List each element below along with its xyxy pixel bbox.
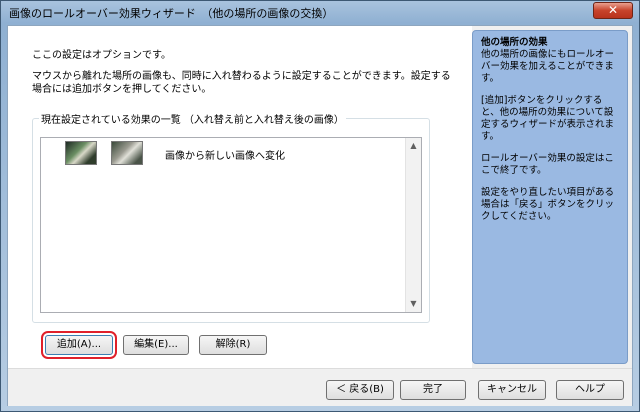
side-panel-text: ロールオーバー効果の設定はここで終了です。 — [481, 153, 614, 176]
vertical-scrollbar[interactable]: ▲ ▼ — [405, 138, 421, 312]
scroll-down-icon[interactable]: ▼ — [406, 296, 421, 312]
dialog-client: ここの設定はオプションです。 マウスから離れた場所の画像も、同時に入れ替わるよう… — [7, 25, 633, 406]
add-button[interactable]: 追加(A)... — [41, 331, 117, 359]
list-item-label: 画像から新しい画像へ変化 — [165, 151, 285, 162]
side-panel-text: 他の場所の画像にもロールオーバー効果を加えることができます。 — [481, 49, 615, 84]
effects-group: 現在設定されている効果の一覧 （入れ替え前と入れ替え後の画像） 画像から新しい画… — [32, 111, 430, 323]
help-button[interactable]: ヘルプ — [556, 380, 624, 400]
window-title: 画像のロールオーバー効果ウィザード （他の場所の画像の交換） — [9, 7, 334, 20]
list-item[interactable]: 画像から新しい画像へ変化 — [65, 141, 395, 171]
intro-text-description: マウスから離れた場所の画像も、同時に入れ替わるように設定することができます。設定… — [32, 71, 451, 95]
close-button[interactable]: ✕ — [593, 2, 633, 19]
help-side-panel: 他の場所の効果 他の場所の画像にもロールオーバー効果を加えることができます。 [… — [472, 30, 628, 364]
scroll-up-icon[interactable]: ▲ — [406, 138, 421, 154]
delete-button[interactable]: 解除(R) — [199, 335, 267, 355]
intro-text-optional: ここの設定はオプションです。 — [32, 50, 171, 61]
main-content: ここの設定はオプションです。 マウスから離れた場所の画像も、同時に入れ替わるよう… — [8, 26, 472, 368]
finish-button[interactable]: 完了 — [400, 380, 466, 400]
effects-group-label: 現在設定されている効果の一覧 （入れ替え前と入れ替え後の画像） — [39, 111, 346, 126]
side-panel-text: [追加]ボタンをクリックすると、他の場所の効果について設定するウィザードが表示さ… — [481, 95, 615, 142]
back-button[interactable]: ＜ 戻る(B) — [326, 380, 394, 400]
close-icon: ✕ — [607, 3, 619, 17]
wizard-window: 画像のロールオーバー効果ウィザード （他の場所の画像の交換） ✕ ここの設定はオ… — [0, 0, 640, 412]
cancel-button[interactable]: キャンセル — [478, 380, 546, 400]
before-image-thumbnail — [65, 141, 97, 165]
effects-list[interactable]: 画像から新しい画像へ変化 ▲ ▼ — [40, 137, 422, 313]
title-bar[interactable]: 画像のロールオーバー効果ウィザード （他の場所の画像の交換） ✕ — [1, 1, 639, 23]
side-panel-text: 設定をやり直したい項目がある場合は「戻る」ボタンをクリックしてください。 — [481, 187, 615, 222]
after-image-thumbnail — [111, 141, 143, 165]
side-panel-title: 他の場所の効果 — [481, 37, 548, 48]
edit-button[interactable]: 編集(E)... — [123, 335, 189, 355]
footer-bar: ＜ 戻る(B) 完了 キャンセル ヘルプ — [8, 368, 632, 406]
